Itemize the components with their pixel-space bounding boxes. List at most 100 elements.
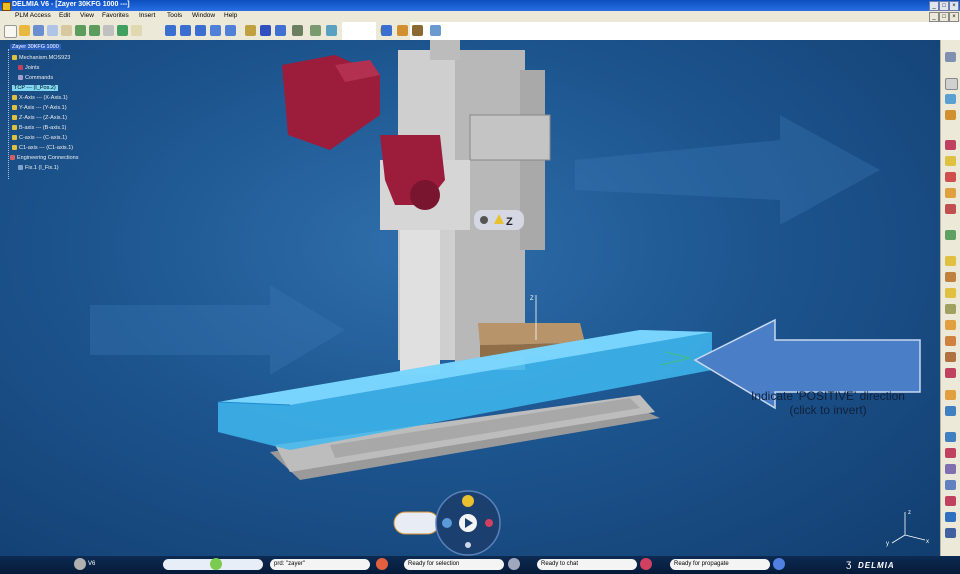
tree-tcp[interactable]: TCP --- (I_Pos.2) [12,85,58,91]
simulation-icon[interactable] [945,288,956,298]
search-field[interactable]: prd: "zayer" [270,559,370,570]
hide-show-icon[interactable] [310,25,321,36]
compass-bottom-icon[interactable] [465,542,471,548]
tree-joints[interactable]: Joints [18,65,39,71]
doc-minimize-button[interactable]: _ [929,12,939,22]
accel-limits-icon[interactable] [945,406,956,416]
tree-c1-axis[interactable]: C1-axis --- (C1-axis.1) [12,145,73,151]
move-icon[interactable] [480,216,488,224]
tool-center-point-icon[interactable] [945,336,956,346]
pan-icon[interactable] [180,25,191,36]
rotate-icon[interactable] [195,25,206,36]
sequence-icon[interactable] [945,464,956,474]
search-tool-icon[interactable] [376,558,388,570]
what-is-this-icon[interactable] [131,25,142,36]
swap-visible-icon[interactable] [326,25,337,36]
jog-icon[interactable] [945,352,956,362]
close-button[interactable]: × [949,1,959,11]
tree-engineering-connections[interactable]: Engineering Connections [10,155,78,161]
chat-status[interactable]: Ready to chat [537,559,637,570]
mechanism-analysis-icon[interactable] [945,272,956,282]
new-icon[interactable] [4,25,17,38]
selection-icon[interactable] [508,558,520,570]
open-icon[interactable] [19,25,30,36]
tool-icon-2[interactable] [945,94,956,104]
cable-icon[interactable] [945,512,956,522]
refresh-icon[interactable] [117,25,128,36]
process-icon[interactable] [945,480,956,490]
iso-view-icon[interactable] [275,25,286,36]
select-icon[interactable] [945,78,958,90]
speed-icon[interactable] [945,432,956,442]
tree-z-axis[interactable]: Z-Axis --- (Z-Axis.1) [12,115,67,121]
tree-c-axis[interactable]: C-axis --- (C-axis.1) [12,135,67,141]
home-position-icon[interactable] [945,320,956,330]
normal-view-icon[interactable] [245,25,256,36]
revolute-joint-icon[interactable] [945,156,956,166]
update-icon[interactable] [103,25,114,36]
tree-x-axis[interactable]: X-Axis --- (X-Axis.1) [12,95,68,101]
shading-icon[interactable] [292,25,303,36]
fit-all-icon[interactable] [165,25,176,36]
kinematics-icon[interactable] [945,304,956,314]
v6-compass-icon[interactable] [74,558,86,570]
commands-icon [18,75,23,81]
tools-grid-icon[interactable] [381,25,392,36]
cylindrical-joint-icon[interactable] [945,188,956,198]
tree-y-axis[interactable]: Y-Axis --- (Y-Axis.1) [12,105,67,111]
multi-view-icon[interactable] [260,25,271,36]
zoom-out-icon[interactable] [225,25,236,36]
fixed-part-icon[interactable] [945,230,956,240]
wire-icon[interactable] [945,496,956,506]
joint-icon[interactable] [945,140,956,150]
end-icon[interactable] [945,528,956,538]
analysis-icon[interactable] [412,25,423,36]
tree-b-axis[interactable]: B-axis --- (B-axis.1) [12,125,66,131]
measure-icon[interactable] [397,25,408,36]
menu-window[interactable]: Window [192,12,215,19]
screw-joint-icon[interactable] [945,204,956,214]
compass-top-icon[interactable] [462,495,474,507]
tree-commands[interactable]: Commands [18,75,53,81]
direction-hint[interactable]: Indicate 'POSITIVE' direction (click to … [733,389,923,417]
globe-icon[interactable] [210,558,222,570]
undo-icon[interactable] [75,25,86,36]
dof-icon[interactable] [945,256,956,266]
delmia-app-icon[interactable] [2,2,11,11]
doc-maximize-button[interactable]: □ [939,12,949,22]
menu-help[interactable]: Help [224,12,237,19]
chat-icon[interactable] [640,558,652,570]
menu-favorites[interactable]: Favorites [102,12,129,19]
sketch-icon[interactable] [945,52,956,62]
mechanism-icon[interactable] [430,25,441,36]
redo-icon[interactable] [89,25,100,36]
tool-icon-3[interactable] [945,110,956,120]
propagate-status[interactable]: Ready for propagate [670,559,770,570]
cut-icon[interactable] [33,25,44,36]
travel-limits-icon[interactable] [945,390,956,400]
propagate-icon[interactable] [773,558,785,570]
copy-icon[interactable] [47,25,58,36]
tree-mechanism[interactable]: Mechanism.MOS923 [12,55,70,61]
prismatic-joint-icon[interactable] [945,172,956,182]
menu-view[interactable]: View [80,12,94,19]
3d-viewport[interactable]: Z Z z x y Zayer 30KFG 1000 Mechanism.MOS… [0,40,940,556]
selection-status[interactable]: Ready for selection [404,559,504,570]
menu-plm-access[interactable]: PLM Access [15,12,51,19]
zoom-in-icon[interactable] [210,25,221,36]
compass-left-icon[interactable] [442,518,452,528]
paste-icon[interactable] [61,25,72,36]
z-axis-icon[interactable]: Z [506,216,513,228]
tree-fix[interactable]: Fix.1 (I_Fix.1) [18,165,59,171]
compass-tab[interactable] [393,511,440,535]
inverse-kinematics-icon[interactable] [945,368,956,378]
menu-tools[interactable]: Tools [167,12,182,19]
link-icon[interactable] [945,448,956,458]
minimize-button[interactable]: _ [929,1,939,11]
doc-close-button[interactable]: × [949,12,959,22]
menu-edit[interactable]: Edit [59,12,70,19]
tree-root[interactable]: Zayer 30KFG 1000 [10,44,61,50]
compass-right-icon[interactable] [485,519,493,527]
maximize-button[interactable]: □ [939,1,949,11]
menu-insert[interactable]: Insert [139,12,155,19]
